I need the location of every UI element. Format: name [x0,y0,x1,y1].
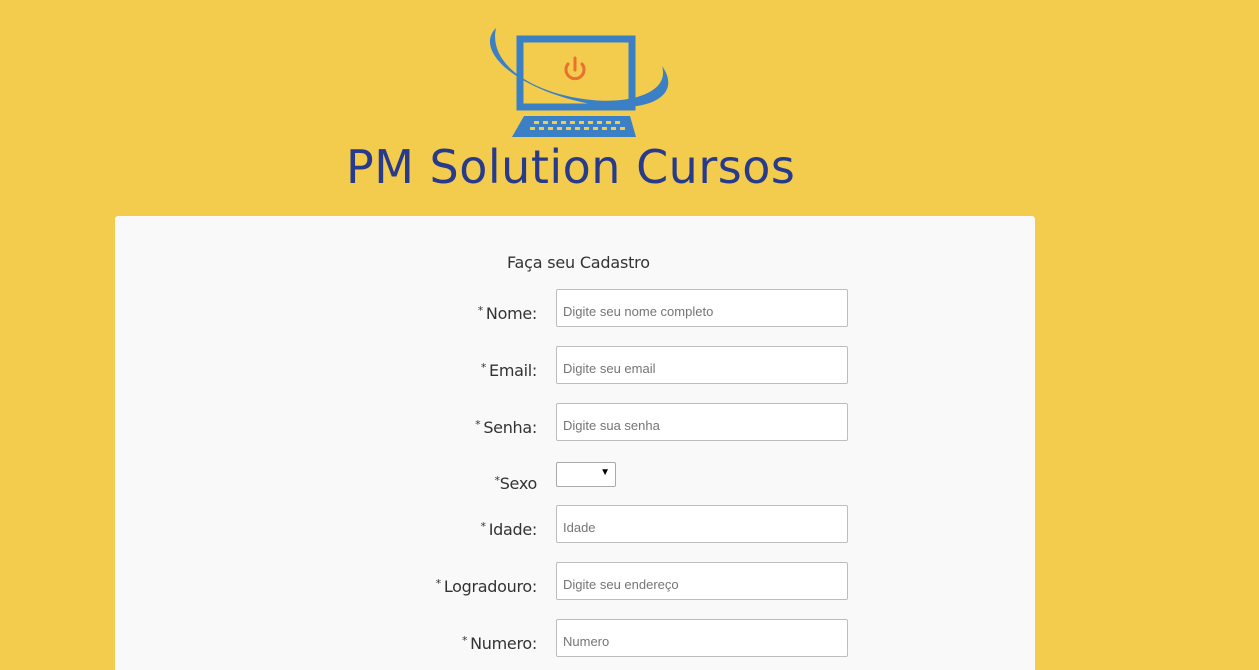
page: PM Solution Cursos Faça seu Cadastro * No… [0,0,1259,670]
sexo-label: *Sexo [494,474,538,493]
logradouro-input[interactable] [556,562,848,600]
signup-form-card: Faça seu Cadastro *Nome: *Email: *Senha:… [115,216,1035,670]
idade-label: * Idade: [480,520,538,539]
senha-label: * Senha: [475,418,537,437]
idade-input[interactable] [556,505,848,543]
computer-monitor-logo-icon [489,28,669,137]
brand-name: PM Solution Cursos [346,140,796,194]
numero-label: * Numero: [461,634,537,653]
nome-input[interactable] [556,289,848,327]
senha-input[interactable] [556,403,848,441]
email-label: * Email: [480,361,537,380]
dropdown-arrow-icon: ▼ [600,467,610,478]
numero-input[interactable] [556,619,848,657]
nome-label: * Nome: [477,304,538,323]
logradouro-label: * Logradouro: [435,577,538,596]
sexo-select[interactable]: ▼ [556,462,616,487]
email-input[interactable] [556,346,848,384]
form-title: Faça seu Cadastro [507,253,650,272]
